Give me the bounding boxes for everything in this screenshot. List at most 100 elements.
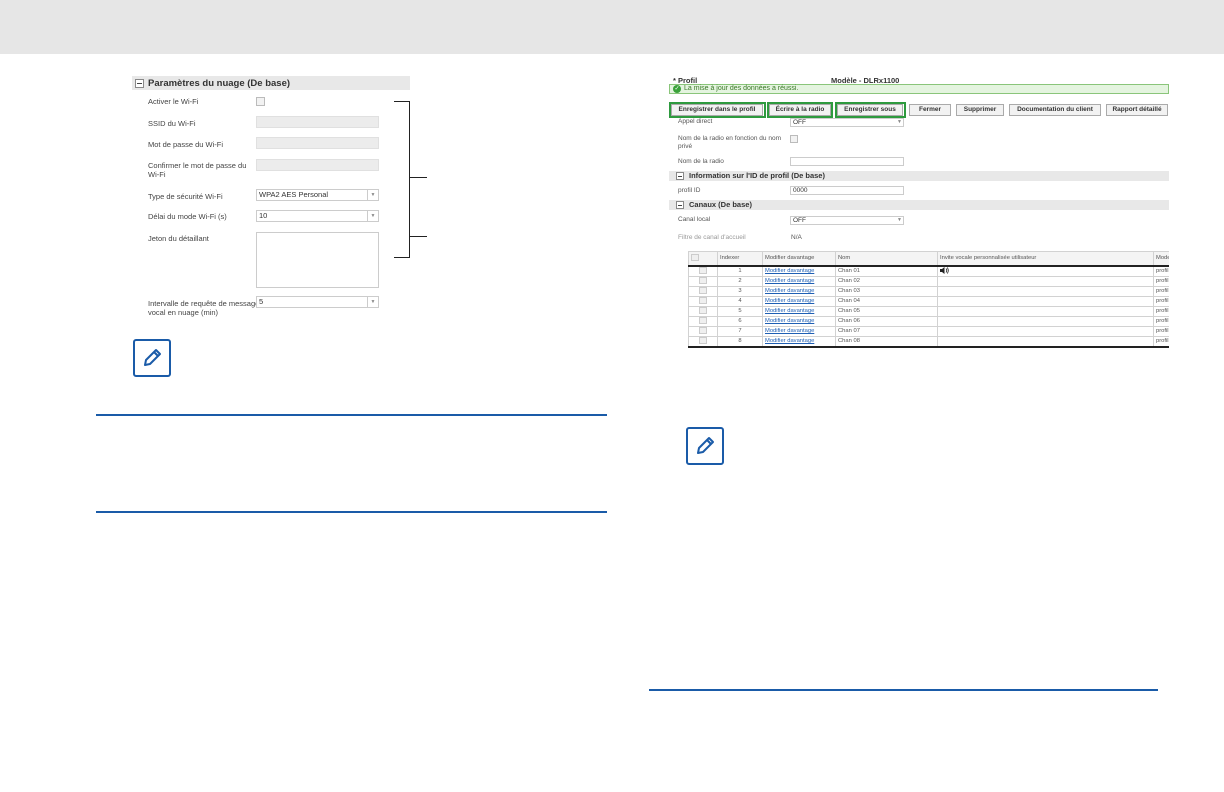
ssid-field[interactable] — [256, 116, 379, 128]
modify-more-link[interactable]: Modifier davantage — [765, 308, 814, 314]
local-channel-label: Canal local — [678, 216, 711, 223]
edit-cell[interactable]: Modifier davantage — [762, 265, 836, 277]
dropdown-arrow-icon: ▼ — [367, 297, 378, 307]
section-rule — [96, 414, 607, 416]
edit-cell[interactable]: Modifier davantage — [762, 325, 836, 337]
row-checkbox-cell[interactable] — [688, 335, 718, 348]
modify-more-link[interactable]: Modifier davantage — [765, 318, 814, 324]
row-checkbox[interactable] — [699, 277, 707, 284]
collapse-icon[interactable] — [676, 201, 684, 209]
confirm-password-label: Confirmer le mot de passe du Wi-Fi — [148, 161, 247, 179]
cloud-settings-header[interactable]: Paramètres du nuage (De base) — [132, 76, 410, 90]
modify-more-link[interactable]: Modifier davantage — [765, 338, 814, 344]
detailed-report-button[interactable]: Rapport détaillé — [1106, 104, 1168, 116]
channels-section-header[interactable]: Canaux (De base) — [669, 200, 1169, 210]
row-checkbox-cell[interactable] — [688, 285, 718, 297]
voice-prompt-cell[interactable] — [937, 265, 1154, 277]
password-label: Mot de passe du Wi-Fi — [148, 140, 224, 149]
collapse-icon[interactable] — [135, 78, 144, 88]
voice-prompt-cell[interactable] — [937, 335, 1154, 348]
table-row[interactable]: 2 Modifier davantage Chan 02 profil — [688, 275, 1169, 287]
table-row[interactable]: 5 Modifier davantage Chan 05 profil — [688, 305, 1169, 317]
callout-line — [410, 177, 427, 179]
edit-cell[interactable]: Modifier davantage — [762, 335, 836, 348]
table-row[interactable]: 6 Modifier davantage Chan 06 profil — [688, 315, 1169, 327]
cloud-settings-panel: Paramètres du nuage (De base) Activer le… — [132, 76, 410, 317]
voice-prompt-cell[interactable] — [937, 305, 1154, 317]
direct-call-select[interactable]: OFF ▼ — [790, 118, 904, 127]
table-row[interactable]: 7 Modifier davantage Chan 07 profil — [688, 325, 1169, 337]
mode-cell: profil — [1153, 335, 1169, 348]
edit-cell[interactable]: Modifier davantage — [762, 295, 836, 307]
collapse-icon[interactable] — [676, 172, 684, 180]
client-doc-button[interactable]: Documentation du client — [1009, 104, 1101, 116]
row-checkbox[interactable] — [699, 266, 707, 274]
close-button[interactable]: Fermer — [909, 104, 951, 116]
edit-cell[interactable]: Modifier davantage — [762, 315, 836, 327]
row-checkbox-cell[interactable] — [688, 295, 718, 307]
local-channel-select[interactable]: OFF ▼ — [790, 216, 904, 225]
column-header: Invite vocale personnalisée utilisateur — [937, 251, 1154, 267]
callout-bracket — [394, 101, 410, 258]
speaker-icon[interactable] — [940, 266, 949, 274]
wifi-enable-checkbox[interactable] — [256, 97, 265, 106]
security-type-label: Type de sécurité Wi-Fi — [148, 192, 223, 201]
select-all-header[interactable] — [688, 251, 718, 267]
mode-cell: profil — [1153, 265, 1169, 277]
voice-prompt-cell[interactable] — [937, 285, 1154, 297]
row-checkbox[interactable] — [699, 287, 707, 294]
modify-more-link[interactable]: Modifier davantage — [765, 278, 814, 284]
table-row[interactable]: 3 Modifier davantage Chan 03 profil — [688, 285, 1169, 297]
voice-prompt-cell[interactable] — [937, 325, 1154, 337]
row-checkbox-cell[interactable] — [688, 265, 718, 277]
profile-id-section-header[interactable]: Information sur l'ID de profil (De base) — [669, 171, 1169, 181]
voice-prompt-cell[interactable] — [937, 295, 1154, 307]
voicemail-interval-select[interactable]: 5 ▼ — [256, 296, 379, 308]
row-checkbox-cell[interactable] — [688, 325, 718, 337]
table-row[interactable]: 1 Modifier davantage Chan 01 profil — [688, 265, 1169, 277]
modify-more-link[interactable]: Modifier davantage — [765, 288, 814, 294]
radio-name-field[interactable] — [790, 157, 904, 166]
radio-name-private-label: Nom de la radio en fonction du nom privé — [678, 135, 781, 150]
row-checkbox[interactable] — [699, 327, 707, 334]
modify-more-link[interactable]: Modifier davantage — [765, 298, 814, 304]
row-checkbox-cell[interactable] — [688, 305, 718, 317]
edit-cell[interactable]: Modifier davantage — [762, 285, 836, 297]
row-checkbox[interactable] — [699, 317, 707, 324]
modify-more-link[interactable]: Modifier davantage — [765, 268, 814, 274]
row-checkbox-cell[interactable] — [688, 275, 718, 287]
row-checkbox-cell[interactable] — [688, 315, 718, 327]
edit-cell[interactable]: Modifier davantage — [762, 305, 836, 317]
profile-id-field[interactable]: 0000 — [790, 186, 904, 195]
security-type-select[interactable]: WPA2 AES Personal ▼ — [256, 189, 379, 201]
table-row[interactable]: 8 Modifier davantage Chan 08 profil — [688, 335, 1169, 348]
index-cell: 7 — [717, 325, 763, 337]
name-cell: Chan 06 — [835, 315, 938, 327]
select-all-checkbox[interactable] — [691, 253, 699, 261]
edit-cell[interactable]: Modifier davantage — [762, 275, 836, 287]
row-checkbox[interactable] — [699, 307, 707, 314]
profile-id-label: profil ID — [678, 187, 701, 194]
radio-name-private-checkbox[interactable] — [790, 135, 798, 143]
callout-line — [410, 236, 427, 238]
home-channel-filter-value: N/A — [791, 234, 802, 241]
note-pencil-icon — [686, 427, 724, 465]
name-cell: Chan 02 — [835, 275, 938, 287]
row-checkbox[interactable] — [699, 336, 707, 344]
table-row[interactable]: 4 Modifier davantage Chan 04 profil — [688, 295, 1169, 307]
dealer-token-textarea[interactable] — [256, 232, 379, 288]
voice-prompt-cell[interactable] — [937, 275, 1154, 287]
row-checkbox[interactable] — [699, 297, 707, 304]
voice-prompt-cell[interactable] — [937, 315, 1154, 327]
password-field[interactable] — [256, 137, 379, 149]
confirm-password-field[interactable] — [256, 159, 379, 171]
dropdown-arrow-icon: ▼ — [367, 211, 378, 221]
modify-more-link[interactable]: Modifier davantage — [765, 328, 814, 334]
wifi-enable-label: Activer le Wi-Fi — [148, 97, 199, 106]
ssid-label: SSID du Wi-Fi — [148, 119, 196, 128]
section-rule — [649, 689, 1158, 691]
direct-call-label: Appel direct — [678, 118, 713, 125]
wifi-mode-delay-select[interactable]: 10 ▼ — [256, 210, 379, 222]
delete-button[interactable]: Supprimer — [956, 104, 1004, 116]
channels-table: Indexer Modifier davantage Nom Invite vo… — [688, 251, 1169, 348]
